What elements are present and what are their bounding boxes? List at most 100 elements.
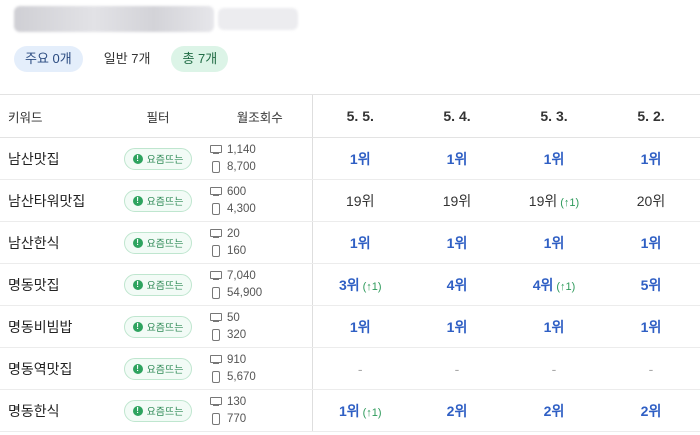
rank-cell: 2위 <box>408 389 506 432</box>
rank-value: 2위 <box>640 402 662 419</box>
mobile-search-count: 160 <box>227 245 247 257</box>
rank-value: 1위 <box>446 150 468 167</box>
rank-cell: 20위 <box>602 179 700 222</box>
rank-cell: 1위 <box>311 221 408 264</box>
desktop-icon <box>210 229 222 239</box>
mobile-search-count: 54,900 <box>227 287 263 299</box>
rank-cell: - <box>311 347 408 390</box>
keyword-cell[interactable]: 남산타워맛집 <box>0 179 108 222</box>
table-row[interactable]: 남산타워맛집! 요즘뜨는 600 4,300 19위 19위 19위 (↑1) 20위 <box>0 179 700 222</box>
rank-value: 1위 <box>349 150 371 167</box>
pc-search-count: 50 <box>227 312 240 324</box>
keyword-cell[interactable]: 남산맛집 <box>0 137 108 180</box>
keyword-cell[interactable]: 명동맛집 <box>0 263 108 306</box>
desktop-icon <box>210 145 222 155</box>
rank-cell: 1위 <box>408 137 506 180</box>
rank-value: 1위 <box>640 318 662 335</box>
trending-tag-label: 요즘뜨는 <box>146 407 184 418</box>
blurred-page-title <box>14 6 214 32</box>
trending-tag: ! 요즘뜨는 <box>123 357 193 380</box>
mobile-icon <box>210 161 222 173</box>
rank-value: - <box>551 360 557 377</box>
rank-cell: 1위 <box>506 305 602 348</box>
rank-change: (↑1) <box>556 280 576 293</box>
trending-tag-label: 요즘뜨는 <box>146 365 184 376</box>
rank-cell: - <box>408 347 506 390</box>
rank-cell: 1위 <box>408 305 506 348</box>
rank-value: 2위 <box>543 402 565 419</box>
header-date[interactable]: 5. 3. <box>506 94 602 138</box>
monthly-search-cell: 600 4,300 <box>208 179 312 222</box>
rank-value: - <box>648 360 654 377</box>
keyword-cell[interactable]: 명동역맛집 <box>0 347 108 390</box>
exclamation-circle-icon: ! <box>132 279 143 290</box>
table-header-row: 키워드 필터 월조회수 5. 5. 5. 4. 5. 3. 5. 2. <box>0 94 700 138</box>
header-filter[interactable]: 필터 <box>108 94 208 138</box>
rank-value: 4위 <box>532 276 554 293</box>
rank-cell: 19위 <box>311 179 408 222</box>
chip-major[interactable]: 주요 0개 <box>14 46 83 72</box>
chip-normal[interactable]: 일반 7개 <box>92 46 162 72</box>
rank-value: 19위 <box>442 192 472 209</box>
desktop-icon <box>210 187 222 197</box>
rank-cell: - <box>602 347 700 390</box>
keyword-cell[interactable]: 명동비빔밥 <box>0 305 108 348</box>
rank-value: 1위 <box>543 318 565 335</box>
table-row[interactable]: 남산한식! 요즘뜨는 20 160 1위 1위 1위 1위 <box>0 221 700 264</box>
blurred-subtitle <box>218 8 298 30</box>
rank-value: 2위 <box>446 402 468 419</box>
rank-cell: 1위 <box>506 221 602 264</box>
trending-tag-label: 요즘뜨는 <box>146 155 184 166</box>
mobile-icon <box>210 413 222 425</box>
table-row[interactable]: 명동역맛집 ! 요즘뜨는 910 5,670 - - - - <box>0 347 700 390</box>
exclamation-circle-icon: ! <box>132 153 143 164</box>
mobile-icon <box>210 371 222 383</box>
keyword-filter-chips: 주요 0개 일반 7개 총 7개 <box>14 46 229 72</box>
mobile-search-count: 8,700 <box>227 161 256 173</box>
header-date[interactable]: 5. 2. <box>602 94 700 138</box>
keyword-cell[interactable]: 명동한식 <box>0 389 108 432</box>
header-date[interactable]: 5. 4. <box>408 94 506 138</box>
rank-cell: 1위 <box>506 137 602 180</box>
trending-tag-label: 요즘뜨는 <box>146 281 184 292</box>
rank-cell: 5위 <box>602 263 700 306</box>
rank-cell: 1위 <box>602 305 700 348</box>
rank-value: - <box>357 360 363 377</box>
rank-value: 1위 <box>543 234 565 251</box>
rank-change: (↑1) <box>362 280 382 293</box>
trending-tag-label: 요즘뜨는 <box>146 197 184 208</box>
table-row[interactable]: 남산맛집! 요즘뜨는 1,140 8,700 1위 1위 1위 1위 <box>0 137 700 180</box>
filter-cell: ! 요즘뜨는 <box>108 305 208 348</box>
filter-cell: ! 요즘뜨는 <box>108 179 208 222</box>
table-row[interactable]: 명동맛집! 요즘뜨는 7,040 54,900 3위 (↑1) 4위 4위 (↑1) 5위 <box>0 263 700 306</box>
exclamation-circle-icon: ! <box>132 195 143 206</box>
mobile-icon <box>210 245 222 257</box>
header-keyword[interactable]: 키워드 <box>0 94 108 138</box>
desktop-icon <box>210 313 222 323</box>
rank-value: 1위 <box>640 234 662 251</box>
mobile-search-count: 5,670 <box>227 371 256 383</box>
rank-cell: 19위 <box>408 179 506 222</box>
rank-value: 1위 <box>446 318 468 335</box>
desktop-icon <box>210 397 222 407</box>
trending-tag: ! 요즘뜨는 <box>123 315 193 338</box>
header-date[interactable]: 5. 5. <box>311 94 408 138</box>
rank-cell: 1위 <box>311 137 408 180</box>
mobile-search-count: 4,300 <box>227 203 256 215</box>
pc-search-count: 7,040 <box>227 270 256 282</box>
filter-cell: ! 요즘뜨는 <box>108 389 208 432</box>
rank-value: 3위 <box>338 276 360 293</box>
exclamation-circle-icon: ! <box>132 321 143 332</box>
header-monthly-search[interactable]: 월조회수 <box>208 94 312 138</box>
trending-tag: ! 요즘뜨는 <box>123 399 193 422</box>
table-row[interactable]: 명동한식! 요즘뜨는 130 770 1위 (↑1) 2위 2위 2위 <box>0 389 700 432</box>
pc-search-count: 20 <box>227 228 240 240</box>
monthly-search-cell: 50 320 <box>208 305 312 348</box>
table-row[interactable]: 명동비빔밥! 요즘뜨는 50 320 1위 1위 1위 1위 <box>0 305 700 348</box>
chip-total[interactable]: 총 7개 <box>171 46 229 72</box>
mobile-icon <box>210 329 222 341</box>
mobile-icon <box>210 203 222 215</box>
rank-value: 20위 <box>636 192 666 209</box>
monthly-search-cell: 910 5,670 <box>208 347 312 390</box>
keyword-cell[interactable]: 남산한식 <box>0 221 108 264</box>
